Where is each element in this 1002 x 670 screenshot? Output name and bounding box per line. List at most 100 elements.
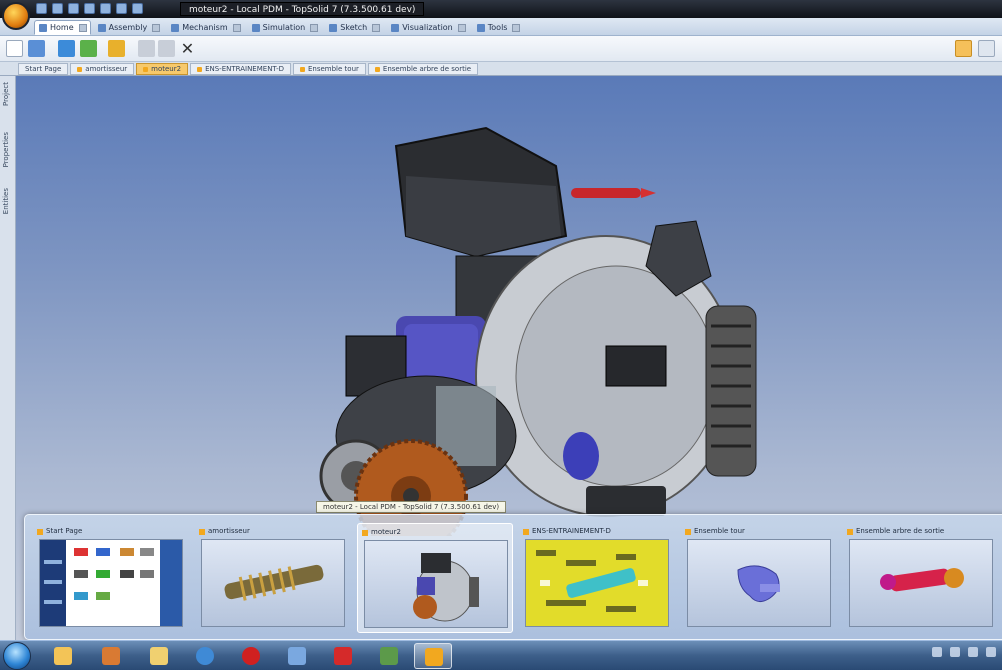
taskbar-explorer[interactable] bbox=[140, 643, 178, 669]
engine-thumbnail bbox=[413, 553, 479, 622]
chevron-down-icon[interactable] bbox=[78, 24, 87, 32]
document-icon bbox=[77, 66, 83, 72]
taskbar-folder[interactable] bbox=[44, 643, 82, 669]
taskbar-device[interactable] bbox=[370, 643, 408, 669]
quick-access-toolbar bbox=[36, 3, 143, 14]
delete-icon[interactable]: ✕ bbox=[179, 40, 196, 57]
refresh-icon[interactable] bbox=[80, 40, 97, 57]
topsolid-icon bbox=[425, 648, 443, 666]
window-title: moteur2 - Local PDM - TopSolid 7 (7.3.50… bbox=[180, 2, 425, 16]
network-tray-icon[interactable] bbox=[950, 647, 960, 657]
taskbar-acrobat[interactable] bbox=[324, 643, 362, 669]
chevron-down-icon[interactable] bbox=[457, 24, 466, 32]
view-mode-icon[interactable] bbox=[955, 40, 972, 57]
ribbon-toolbar: ✕ bbox=[0, 36, 1002, 62]
tools-icon bbox=[102, 647, 120, 665]
copy-icon[interactable] bbox=[138, 40, 155, 57]
preview-image bbox=[849, 539, 993, 627]
volume-icon[interactable] bbox=[968, 647, 978, 657]
tab-visualization[interactable]: Visualization bbox=[386, 20, 470, 35]
preview-image bbox=[201, 539, 345, 627]
preview-image bbox=[39, 539, 183, 627]
start-page-thumbnail bbox=[40, 540, 182, 626]
flag-icon[interactable] bbox=[986, 647, 996, 657]
drive-assembly-thumbnail bbox=[526, 540, 668, 626]
home-icon bbox=[39, 23, 47, 32]
side-tab-properties[interactable]: Properties bbox=[2, 132, 13, 167]
taskbar-tooltip: moteur2 - Local PDM - TopSolid 7 (7.3.50… bbox=[316, 501, 507, 513]
taskbar-red-app[interactable] bbox=[232, 643, 270, 669]
preview-ens-entrainement[interactable]: ENS-ENTRAINEMENT-D bbox=[519, 523, 675, 633]
package-icon[interactable] bbox=[108, 40, 125, 57]
chevron-down-icon[interactable] bbox=[152, 24, 161, 32]
chevron-down-icon[interactable] bbox=[310, 24, 319, 32]
document-icon bbox=[847, 528, 853, 535]
tab-mechanism[interactable]: Mechanism bbox=[166, 20, 244, 35]
taskbar-preview-panel: Start Page amortisseur moteur2 ENS-ENTRA… bbox=[24, 514, 1002, 640]
taskbar-ie[interactable] bbox=[186, 643, 224, 669]
redo-icon[interactable] bbox=[100, 3, 111, 14]
preview-moteur2[interactable]: moteur2 bbox=[357, 523, 513, 633]
tray-icon[interactable] bbox=[932, 647, 942, 657]
doc-tab-ens-entrainement[interactable]: ENS-ENTRAINEMENT-D bbox=[190, 63, 291, 75]
document-icon bbox=[199, 528, 205, 535]
doc-tab-moteur2[interactable]: moteur2 bbox=[136, 63, 189, 75]
start-orb-icon[interactable] bbox=[3, 642, 31, 670]
check-in-icon[interactable] bbox=[58, 40, 75, 57]
title-bar: moteur2 - Local PDM - TopSolid 7 (7.3.50… bbox=[0, 0, 1002, 18]
chevron-down-icon[interactable] bbox=[512, 24, 521, 32]
3d-viewport[interactable]: moteur2 - Local PDM - TopSolid 7 (7.3.50… bbox=[16, 76, 1002, 640]
tab-home[interactable]: Home bbox=[34, 20, 91, 35]
document-icon bbox=[299, 66, 305, 72]
preview-ensemble-tour[interactable]: Ensemble tour bbox=[681, 523, 837, 633]
preview-amortisseur[interactable]: amortisseur bbox=[195, 523, 351, 633]
engine-model[interactable] bbox=[316, 116, 776, 536]
side-panel-strip: Project Properties Entities bbox=[0, 76, 16, 640]
side-tab-entities[interactable]: Entities bbox=[2, 188, 13, 214]
save-icon[interactable] bbox=[36, 3, 47, 14]
chevron-down-icon[interactable] bbox=[372, 24, 381, 32]
side-tab-project[interactable]: Project bbox=[2, 82, 13, 106]
chevron-down-icon[interactable] bbox=[232, 24, 241, 32]
doc-tab-amortisseur[interactable]: amortisseur bbox=[70, 63, 135, 75]
sketch-icon bbox=[329, 23, 338, 32]
undo-icon[interactable] bbox=[84, 3, 95, 14]
shock-absorber-thumbnail bbox=[224, 564, 324, 601]
device-icon bbox=[380, 647, 398, 665]
tab-assembly[interactable]: Assembly bbox=[93, 20, 165, 35]
paste-icon[interactable] bbox=[158, 40, 175, 57]
open-icon[interactable] bbox=[52, 3, 63, 14]
new-document-icon[interactable] bbox=[6, 40, 23, 57]
taskbar-topsolid[interactable] bbox=[414, 643, 452, 669]
tab-tools[interactable]: Tools bbox=[472, 20, 525, 35]
tools-icon bbox=[476, 23, 485, 32]
preview-image bbox=[525, 539, 669, 627]
tab-sketch[interactable]: Sketch bbox=[324, 20, 384, 35]
taskbar-tools[interactable] bbox=[92, 643, 130, 669]
preview-image bbox=[364, 540, 508, 628]
taskbar-network[interactable] bbox=[278, 643, 316, 669]
preview-start-page[interactable]: Start Page bbox=[33, 523, 189, 633]
tab-simulation[interactable]: Simulation bbox=[247, 20, 323, 35]
document-icon bbox=[197, 66, 203, 72]
save-document-icon[interactable] bbox=[28, 40, 45, 57]
window-icon[interactable] bbox=[132, 3, 143, 14]
options-icon[interactable] bbox=[978, 40, 995, 57]
acrobat-icon bbox=[334, 647, 352, 665]
engine-assembly bbox=[319, 126, 757, 536]
preview-ensemble-arbre[interactable]: Ensemble arbre de sortie bbox=[843, 523, 999, 633]
doc-tab-start-page[interactable]: Start Page bbox=[18, 63, 69, 75]
windows-taskbar bbox=[0, 640, 1002, 670]
visualization-icon bbox=[391, 23, 400, 32]
doc-tab-ensemble-arbre[interactable]: Ensemble arbre de sortie bbox=[367, 63, 479, 75]
document-icon bbox=[374, 66, 380, 72]
document-icon bbox=[362, 529, 368, 536]
doc-tab-ensemble-tour[interactable]: Ensemble tour bbox=[292, 63, 366, 75]
new-icon[interactable] bbox=[68, 3, 79, 14]
ribbon-tab-bar: Home Assembly Mechanism Simulation Sketc… bbox=[0, 18, 1002, 36]
app-menu-orb[interactable] bbox=[2, 2, 30, 30]
red-ball-icon bbox=[242, 647, 260, 665]
preview-image bbox=[687, 539, 831, 627]
select-icon[interactable] bbox=[116, 3, 127, 14]
document-tab-bar: Start Page amortisseur moteur2 ENS-ENTRA… bbox=[0, 62, 1002, 76]
